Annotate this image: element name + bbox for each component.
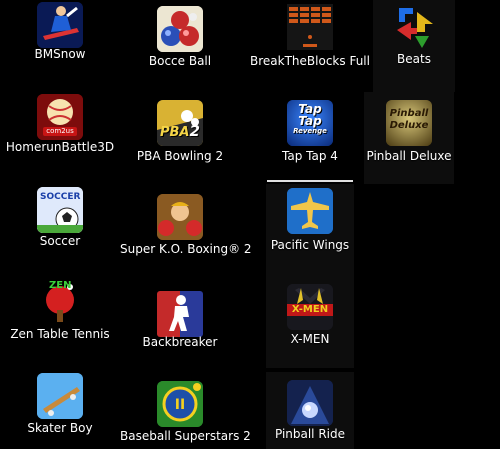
app-backbreaker[interactable]: Backbreaker — [120, 276, 240, 368]
app-label: Bocce Ball — [148, 54, 212, 68]
app-pinball-deluxe[interactable]: Pinball Deluxe Pinball Deluxe — [364, 92, 454, 184]
app-label: Baseball Superstars 2 — [120, 429, 251, 443]
pinball-deluxe-icon: Pinball Deluxe — [386, 100, 432, 146]
app-label: HomerunBattle3D — [5, 140, 115, 154]
app-zen-table-tennis[interactable]: ZEN Zen Table Tennis — [0, 276, 120, 368]
app-pba-bowling-2[interactable]: PBA2 PBA Bowling 2 — [120, 92, 240, 184]
taptap-text: Tap Tap Revenge — [293, 102, 327, 135]
baseball-fire-icon: com2us — [37, 94, 83, 140]
xmen-icon: X-MEN — [287, 284, 333, 330]
soccer-badge: SOCCER — [40, 192, 81, 202]
app-label: BreakTheBlocks Full — [250, 54, 370, 68]
app-label: X-MEN — [290, 332, 330, 346]
com2us-badge: com2us — [43, 127, 77, 136]
app-pacific-wings[interactable]: Pacific Wings — [266, 184, 354, 276]
pba-badge: PBA2 — [160, 122, 200, 140]
snowboarder-icon — [37, 2, 83, 48]
app-skater-boy[interactable]: Skater Boy — [0, 368, 120, 449]
app-label: PBA Bowling 2 — [136, 149, 224, 163]
app-label: BMSnow — [34, 47, 86, 61]
boxer-icon — [157, 194, 203, 240]
svg-text:II: II — [175, 397, 185, 413]
app-label: Soccer — [39, 234, 81, 248]
app-label: Pinball Ride — [274, 427, 346, 441]
baseball-superstars-icon: II — [157, 381, 203, 427]
zen-badge: ZEN — [49, 280, 72, 291]
app-label: Zen Table Tennis — [10, 327, 110, 341]
app-label: Beats — [397, 52, 431, 66]
app-label: Pacific Wings — [270, 238, 350, 252]
app-pinball-ride[interactable]: Pinball Ride — [266, 372, 354, 449]
bocce-balls-icon — [157, 6, 203, 52]
app-baseball-superstars-2[interactable]: II Baseball Superstars 2 — [120, 368, 251, 449]
divider — [267, 180, 353, 182]
pinball-deluxe-text: Pinball Deluxe — [389, 108, 429, 131]
app-label: Tap Tap 4 — [282, 149, 338, 163]
app-label: Skater Boy — [27, 421, 93, 435]
brick-breaker-icon — [287, 4, 333, 50]
airplane-icon — [287, 188, 333, 234]
app-label: Pinball Deluxe — [366, 149, 452, 163]
app-tap-tap-4[interactable]: Tap Tap Revenge Tap Tap 4 — [250, 92, 370, 184]
football-player-icon — [157, 291, 203, 337]
tap-tap-revenge-icon: Tap Tap Revenge — [287, 100, 333, 146]
app-bocce-ball[interactable]: Bocce Ball — [120, 0, 240, 92]
app-x-men[interactable]: X-MEN X-MEN — [266, 276, 354, 368]
app-label: Super K.O. Boxing® 2 — [120, 242, 252, 256]
soccer-ball-icon: SOCCER — [37, 187, 83, 233]
skateboard-icon — [37, 373, 83, 419]
app-soccer[interactable]: SOCCER Soccer — [0, 184, 120, 276]
app-bmsnow[interactable]: BMSnow — [0, 0, 120, 92]
app-super-ko-boxing-2[interactable]: Super K.O. Boxing® 2 — [120, 184, 252, 276]
pinball-ride-icon — [287, 380, 333, 426]
app-homerunbattle3d[interactable]: com2us HomerunBattle3D — [0, 92, 120, 184]
xmen-badge: X-MEN — [287, 304, 333, 316]
colored-arrows-icon — [391, 4, 437, 50]
ping-pong-paddle-icon: ZEN — [37, 278, 83, 324]
app-beats[interactable]: Beats — [373, 0, 455, 92]
app-breaktheblocks-full[interactable]: BreakTheBlocks Full — [250, 0, 370, 92]
bowling-pins-icon: PBA2 — [157, 100, 203, 146]
app-label: Backbreaker — [142, 335, 218, 349]
